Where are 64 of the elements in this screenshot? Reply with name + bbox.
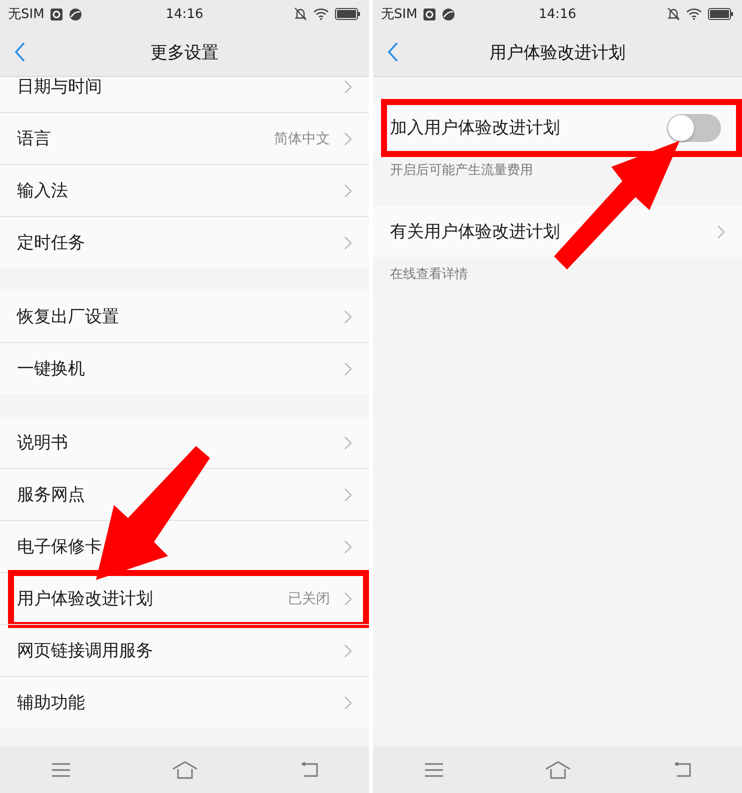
browser-icon xyxy=(69,8,82,20)
item-label: 语言 xyxy=(17,128,52,150)
chevron-right-icon xyxy=(344,310,352,324)
settings-item[interactable]: 一键换机 xyxy=(0,342,369,394)
carrier-text: 无SIM xyxy=(381,6,418,23)
chevron-right-icon xyxy=(344,362,352,376)
item-label: 服务网点 xyxy=(17,484,86,506)
chevron-right-icon xyxy=(717,224,725,238)
item-note: 开启后可能产生流量费用 xyxy=(390,163,533,178)
item-label: 说明书 xyxy=(17,432,69,454)
item-label: 辅助功能 xyxy=(17,692,86,714)
chevron-right-icon xyxy=(344,132,352,146)
settings-item[interactable]: 日期与时间 xyxy=(0,77,369,112)
item-label: 恢复出厂设置 xyxy=(17,306,120,328)
wifi-icon xyxy=(313,8,329,20)
status-time: 14:16 xyxy=(166,6,204,22)
settings-item[interactable]: 定时任务 xyxy=(0,216,369,268)
chevron-right-icon xyxy=(344,184,352,198)
settings-item[interactable]: 用户体验改进计划 已关闭 xyxy=(0,572,369,624)
toggle-switch[interactable] xyxy=(667,114,721,142)
settings-item[interactable]: 网页链接调用服务 xyxy=(0,624,369,676)
menu-icon[interactable] xyxy=(50,762,70,776)
chevron-right-icon xyxy=(344,80,352,94)
muted-bell-icon xyxy=(294,7,307,21)
chevron-right-icon xyxy=(344,488,352,502)
settings-item[interactable]: 辅助功能 xyxy=(0,676,369,728)
screen-title: 用户体验改进计划 xyxy=(490,42,626,64)
item-label: 用户体验改进计划 xyxy=(17,588,154,610)
item-label: 定时任务 xyxy=(17,232,86,254)
screen-title: 更多设置 xyxy=(150,42,218,64)
item-label: 电子保修卡 xyxy=(17,536,103,558)
settings-item[interactable]: 有关用户体验改进计划 xyxy=(373,206,742,257)
battery-icon xyxy=(335,8,361,20)
settings-item[interactable]: 输入法 xyxy=(0,164,369,216)
muted-bell-icon xyxy=(667,7,680,21)
settings-item[interactable]: 语言 简体中文 xyxy=(0,112,369,164)
item-value: 简体中文 xyxy=(274,130,330,148)
menu-icon[interactable] xyxy=(424,762,444,776)
home-icon[interactable] xyxy=(172,760,198,778)
status-time: 14:16 xyxy=(538,6,576,22)
item-label: 网页链接调用服务 xyxy=(17,640,154,662)
app-notification-icon xyxy=(423,8,436,20)
wifi-icon xyxy=(686,8,702,20)
item-label: 一键换机 xyxy=(17,358,86,380)
carrier-text: 无SIM xyxy=(8,6,44,23)
toggle-row[interactable]: 加入用户体验改进计划 xyxy=(373,102,742,153)
item-label: 输入法 xyxy=(17,180,69,202)
chevron-right-icon xyxy=(344,592,352,606)
settings-item[interactable]: 恢复出厂设置 xyxy=(0,291,369,342)
chevron-right-icon xyxy=(344,540,352,554)
app-notification-icon xyxy=(50,8,64,20)
chevron-right-icon xyxy=(344,236,352,250)
home-icon[interactable] xyxy=(544,760,570,778)
chevron-right-icon xyxy=(344,436,352,450)
item-label: 有关用户体验改进计划 xyxy=(390,221,561,243)
item-note: 在线查看详情 xyxy=(390,267,468,282)
item-label: 日期与时间 xyxy=(17,77,103,98)
settings-item[interactable]: 说明书 xyxy=(0,417,369,468)
battery-icon xyxy=(708,8,734,20)
item-label: 加入用户体验改进计划 xyxy=(390,117,561,139)
item-value: 已关闭 xyxy=(288,590,330,608)
chevron-right-icon xyxy=(344,644,352,658)
chevron-right-icon xyxy=(344,696,352,710)
browser-icon xyxy=(442,8,456,20)
